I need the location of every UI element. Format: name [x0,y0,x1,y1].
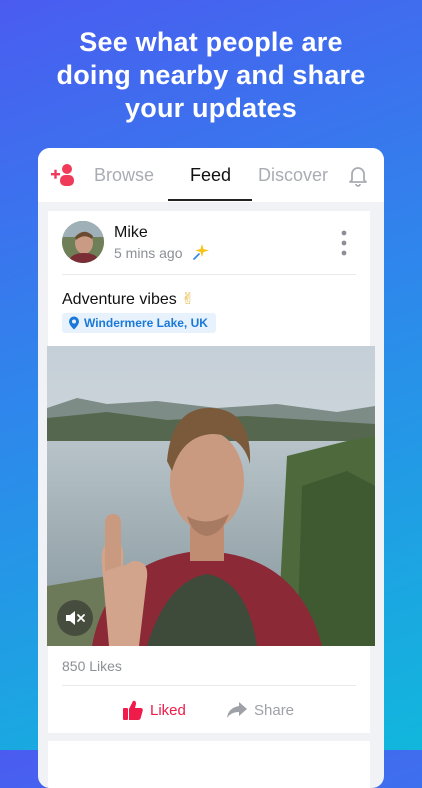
active-tab-indicator [168,199,252,201]
location-label: Windermere Lake, UK [84,316,208,330]
like-label: Liked [150,701,186,719]
headline-line-2: doing nearby and share [56,60,366,90]
share-button[interactable]: Share [226,698,294,722]
next-post-card [48,741,370,788]
mute-button[interactable] [57,600,93,636]
top-navigation-bar: Browse Feed Discover [38,148,384,202]
share-label: Share [254,701,295,719]
sparkle-icon [193,244,209,260]
caption-text: Adventure vibes [62,291,177,308]
likes-count[interactable]: 850 Likes [62,658,122,674]
promo-headline: See what people are doing nearby and sha… [20,26,402,125]
like-button[interactable]: Liked [122,698,186,722]
location-tag[interactable]: Windermere Lake, UK [62,313,216,333]
post-caption: Adventure vibes ✌ [62,289,195,309]
victory-emoji: ✌ [181,289,195,308]
feed-post-card: Mike 5 mins ago Adventure vibes ✌ Winder… [47,211,375,733]
headline-line-1: See what people are [79,27,343,57]
add-user-icon[interactable] [50,162,76,188]
divider [62,685,356,686]
mute-icon [66,611,85,625]
tab-discover[interactable]: Discover [258,165,328,186]
headline-line-3: your updates [125,93,297,123]
post-author-name[interactable]: Mike [114,224,148,242]
avatar[interactable] [62,221,104,263]
post-timestamp: 5 mins ago [114,245,183,261]
divider [62,274,356,275]
tab-browse[interactable]: Browse [94,165,154,186]
more-icon[interactable] [339,229,349,257]
tab-feed[interactable]: Feed [190,165,231,186]
app-screen: Browse Feed Discover Mike 5 mins ago Adv… [38,148,384,788]
post-photo[interactable] [47,346,375,646]
bell-icon[interactable] [346,163,370,187]
thumbs-up-icon [123,700,143,720]
share-arrow-icon [227,702,247,718]
location-pin-icon [69,316,79,330]
